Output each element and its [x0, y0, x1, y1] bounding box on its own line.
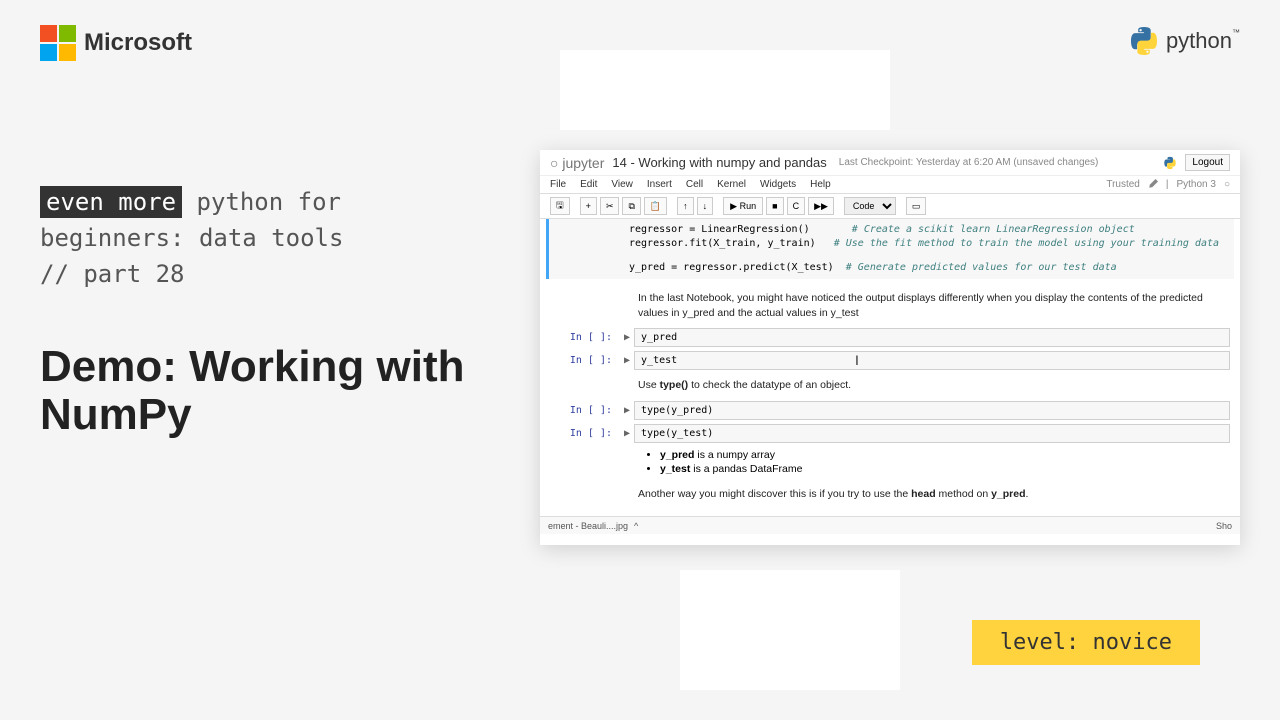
level-badge: level: novice [972, 620, 1200, 665]
cut-button[interactable]: ✂ [600, 197, 620, 215]
code-input[interactable]: y_pred [634, 328, 1230, 347]
run-arrow-icon[interactable]: ▶ [620, 355, 634, 366]
code-input[interactable]: type(y_test) [634, 424, 1230, 443]
slide-text-column: even more python for beginners: data too… [40, 188, 480, 440]
menu-cell[interactable]: Cell [686, 179, 703, 190]
save-button[interactable]: 🖫 [550, 197, 570, 215]
list-item: y_pred is a numpy array [660, 449, 1230, 461]
jupyter-window: ○ jupyter 14 - Working with numpy and pa… [540, 150, 1240, 545]
restart-run-button[interactable]: ▶▶ [808, 197, 834, 215]
prompt-label: In [ ]: [550, 405, 620, 416]
markdown-list[interactable]: y_pred is a numpy array y_test is a pand… [540, 445, 1240, 481]
jupyter-logo: ○ jupyter [550, 155, 604, 171]
markdown-cell-1[interactable]: In the last Notebook, you might have not… [540, 285, 1240, 326]
jupyter-toolbar: 🖫 + ✂ ⧉ 📋 ↑ ↓ ▶ Run ■ C ▶▶ Code ▭ [540, 194, 1240, 219]
python-icon [1128, 25, 1160, 57]
paste-button[interactable]: 📋 [644, 197, 667, 215]
celltype-select[interactable]: Code [844, 197, 896, 215]
menu-help[interactable]: Help [810, 179, 831, 190]
series-line-2: beginners: data tools [40, 224, 480, 252]
markdown-cell-3[interactable]: Another way you might discover this is i… [540, 481, 1240, 508]
jupyter-menubar: File Edit View Insert Cell Kernel Widget… [540, 176, 1240, 194]
bg-decor-1 [560, 50, 890, 130]
logout-button[interactable]: Logout [1185, 154, 1230, 171]
menu-edit[interactable]: Edit [580, 179, 597, 190]
code-cell-1[interactable]: In [ ]: ▶ y_pred [540, 326, 1240, 349]
kernel-name[interactable]: Python 3 [1176, 179, 1215, 190]
move-down-button[interactable]: ↓ [697, 197, 714, 215]
python-wordmark: python™ [1166, 28, 1240, 54]
move-up-button[interactable]: ↑ [677, 197, 694, 215]
menu-kernel[interactable]: Kernel [717, 179, 746, 190]
code-input[interactable]: type(y_pred) [634, 401, 1230, 420]
show-all-link[interactable]: Sho [1216, 521, 1232, 531]
jupyter-header: ○ jupyter 14 - Working with numpy and pa… [540, 150, 1240, 176]
prompt-label: In [ ]: [550, 355, 620, 366]
run-button[interactable]: ▶ Run [723, 197, 763, 215]
command-palette-button[interactable]: ▭ [906, 197, 927, 215]
checkpoint-text: Last Checkpoint: Yesterday at 6:20 AM (u… [839, 157, 1099, 168]
notebook-body: regressor = LinearRegression() # Create … [540, 219, 1240, 534]
microsoft-logo: Microsoft [40, 25, 192, 61]
stop-button[interactable]: ■ [766, 197, 783, 215]
microsoft-squares-icon [40, 25, 76, 61]
prompt-label: In [ ]: [550, 428, 620, 439]
list-item: y_test is a pandas DataFrame [660, 463, 1230, 475]
menu-insert[interactable]: Insert [647, 179, 672, 190]
python-logo: python™ [1128, 25, 1240, 57]
text-cursor-icon: I [855, 352, 859, 368]
copy-button[interactable]: ⧉ [622, 197, 640, 215]
code-cell-4[interactable]: In [ ]: ▶ type(y_test) [540, 422, 1240, 445]
chevron-up-icon[interactable]: ^ [634, 521, 638, 531]
run-arrow-icon[interactable]: ▶ [620, 428, 634, 439]
pencil-icon[interactable] [1148, 179, 1158, 189]
browser-download-bar: ement - Beauli....jpg ^ Sho [540, 516, 1240, 534]
trusted-label[interactable]: Trusted [1106, 179, 1140, 190]
code-input[interactable]: y_test [634, 351, 1230, 370]
menu-widgets[interactable]: Widgets [760, 179, 796, 190]
menu-file[interactable]: File [550, 179, 566, 190]
bg-decor-2 [680, 570, 900, 690]
series-line-3: // part 28 [40, 260, 480, 288]
add-cell-button[interactable]: + [580, 197, 597, 215]
download-chip[interactable]: ement - Beauli....jpg [548, 521, 628, 531]
prompt-label: In [ ]: [550, 332, 620, 343]
kernel-python-icon [1163, 156, 1177, 170]
restart-button[interactable]: C [787, 197, 806, 215]
menu-view[interactable]: View [611, 179, 633, 190]
series-line-1: even more python for [40, 188, 480, 216]
slide-title: Demo: Working with NumPy [40, 343, 480, 440]
code-cell-active[interactable]: regressor = LinearRegression() # Create … [546, 219, 1234, 279]
notebook-title[interactable]: 14 - Working with numpy and pandas [612, 155, 826, 170]
code-cell-3[interactable]: In [ ]: ▶ type(y_pred) [540, 399, 1240, 422]
code-cell-2[interactable]: In [ ]: ▶ y_test [540, 349, 1240, 372]
run-arrow-icon[interactable]: ▶ [620, 405, 634, 416]
markdown-cell-2[interactable]: Use type() to check the datatype of an o… [540, 372, 1240, 399]
run-arrow-icon[interactable]: ▶ [620, 332, 634, 343]
microsoft-wordmark: Microsoft [84, 29, 192, 57]
